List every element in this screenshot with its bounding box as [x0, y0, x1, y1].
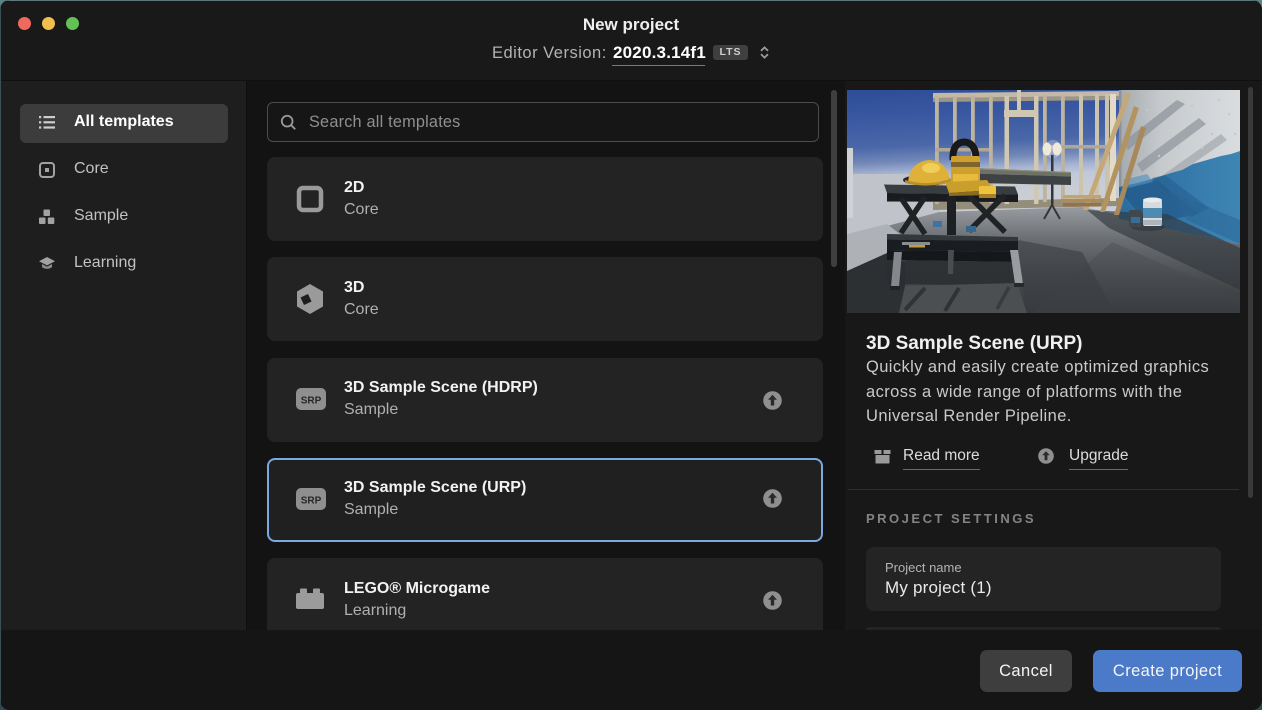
svg-text:SRP: SRP [301, 395, 322, 406]
svg-text:SRP: SRP [301, 495, 322, 506]
